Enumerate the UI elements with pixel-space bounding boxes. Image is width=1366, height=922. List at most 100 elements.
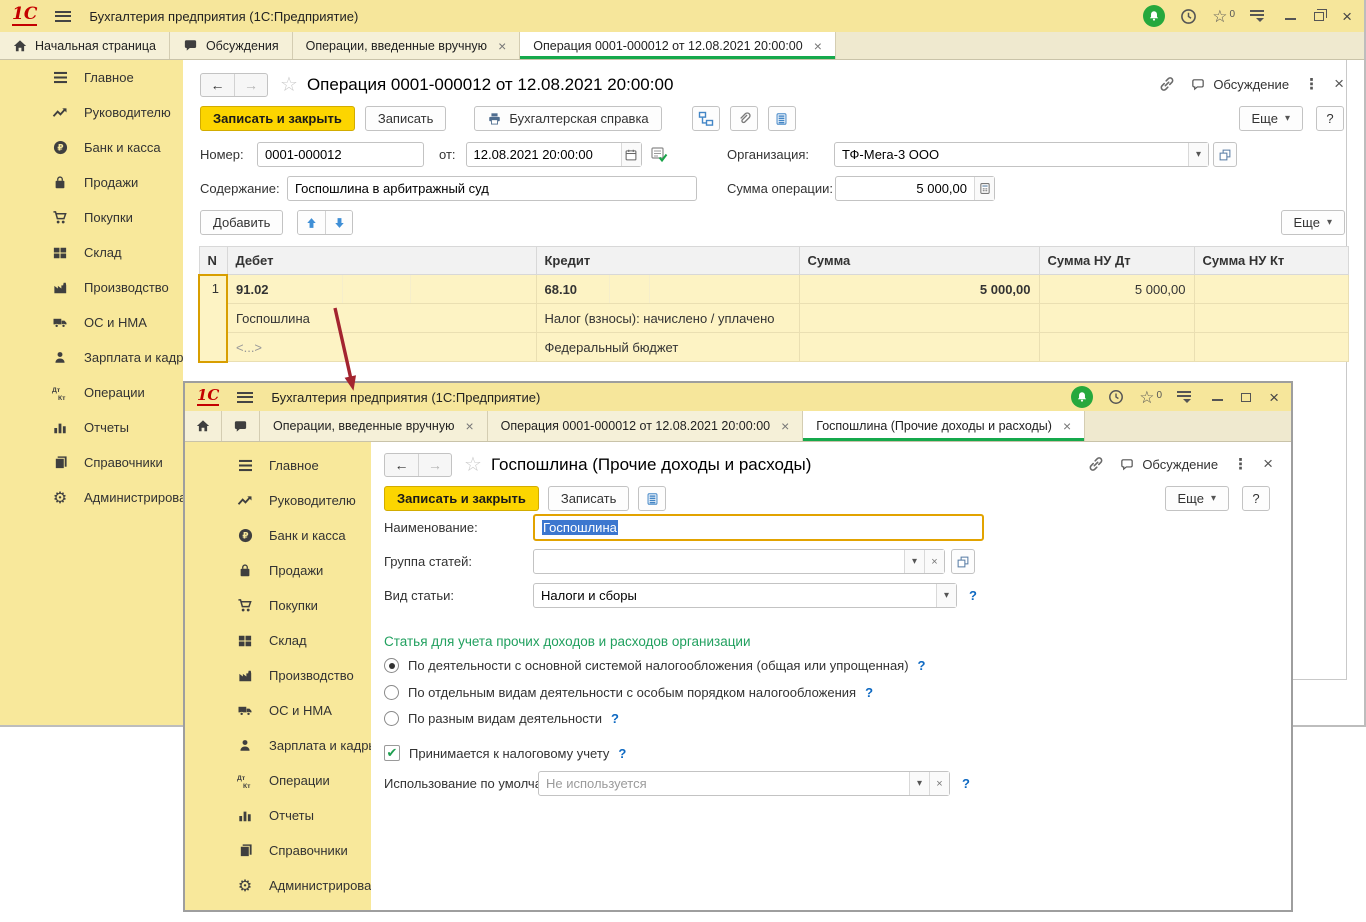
restore-button[interactable] <box>1314 8 1328 21</box>
radio-help-link[interactable]: ? <box>918 658 926 673</box>
sum-nu-dt-cell[interactable]: 5 000,00 <box>1038 274 1195 304</box>
tab-manual-operations[interactable]: Операции, введенные вручную × <box>292 32 521 59</box>
sidebar-item-bank[interactable]: ₽ Банк и касса <box>185 518 371 553</box>
calculator-icon[interactable] <box>974 177 994 200</box>
credit-analytics2-cell[interactable]: Федеральный бюджет <box>535 332 800 362</box>
set-time-icon[interactable] <box>650 146 668 163</box>
favorite-star-icon[interactable]: ☆ <box>280 72 298 97</box>
clear-icon[interactable]: × <box>924 550 944 573</box>
discussion-link[interactable]: Обсуждение <box>1190 77 1289 92</box>
radio-help-link[interactable]: ? <box>865 685 873 700</box>
sidebar-item-directories[interactable]: Справочники <box>0 445 183 480</box>
open-organization-button[interactable] <box>1213 142 1237 167</box>
dropdown-icon[interactable]: ▾ <box>1188 143 1208 166</box>
sidebar-item-bank[interactable]: ₽ Банк и касса <box>0 130 183 165</box>
content-input[interactable]: Госпошлина в арбитражный суд <box>287 176 697 201</box>
sidebar-item-reports[interactable]: Отчеты <box>185 798 371 833</box>
clear-icon[interactable]: × <box>929 772 949 795</box>
link-icon[interactable] <box>1088 456 1104 472</box>
row-number-cell[interactable]: 1 <box>198 273 228 363</box>
credit-account-cell[interactable]: 68.10 <box>535 274 800 304</box>
credit-analytics1-cell[interactable]: Налог (взносы): начислено / уплачено <box>535 303 800 333</box>
sum-cell[interactable]: 5 000,00 <box>798 274 1040 304</box>
save-button[interactable]: Записать <box>364 106 447 131</box>
register-records-button[interactable] <box>767 106 796 131</box>
debit-account-cell[interactable]: 91.02 <box>226 274 537 304</box>
tab-discussions[interactable]: Обсуждения <box>169 32 293 59</box>
dropdown-icon[interactable]: ▾ <box>936 584 956 607</box>
forward-button[interactable]: → <box>234 73 267 96</box>
number-input[interactable]: 0001-000012 <box>257 142 424 167</box>
close-form-icon[interactable]: × <box>1334 74 1344 94</box>
back-button[interactable]: ← <box>201 74 234 96</box>
back-button[interactable]: ← <box>385 454 418 476</box>
sidebar-item-manager[interactable]: Руководителю <box>185 483 371 518</box>
maximize-button[interactable] <box>1241 392 1252 402</box>
notifications-bell-icon[interactable] <box>1143 5 1166 27</box>
more-menu-icon[interactable]: ⋮ <box>1304 75 1319 93</box>
sum-nu-kt-cell[interactable] <box>1193 274 1349 304</box>
default-use-combo[interactable]: Не используется ▾ × <box>538 771 950 796</box>
history-icon[interactable] <box>1108 389 1124 405</box>
discussion-link[interactable]: Обсуждение <box>1119 457 1218 472</box>
group-combo[interactable]: ▾ × <box>533 549 945 574</box>
open-group-button[interactable] <box>951 549 975 574</box>
sidebar-item-sales[interactable]: Продажи <box>185 553 371 588</box>
sidebar-item-production[interactable]: Производство <box>185 658 371 693</box>
radio-main-taxation[interactable] <box>384 658 399 673</box>
sidebar-item-administration[interactable]: ⚙ Администрирование <box>0 480 208 515</box>
radio-help-link[interactable]: ? <box>611 711 619 726</box>
organization-combo[interactable]: ТФ-Мега-3 ООО ▾ <box>834 142 1209 167</box>
sidebar-item-production[interactable]: Производство <box>0 270 183 305</box>
tab-home[interactable]: Начальная страница <box>0 32 170 59</box>
sidebar-item-warehouse[interactable]: Склад <box>0 235 183 270</box>
hamburger-menu-icon[interactable] <box>55 10 72 22</box>
dropdown-icon[interactable]: ▾ <box>904 550 924 573</box>
save-and-close-button[interactable]: Записать и закрыть <box>200 106 355 131</box>
sidebar-item-purchases[interactable]: Покупки <box>0 200 183 235</box>
kind-combo[interactable]: Налоги и сборы ▾ <box>533 583 957 608</box>
sidebar-item-purchases[interactable]: Покупки <box>185 588 371 623</box>
more-button[interactable]: Еще ▾ <box>1164 486 1229 511</box>
save-and-close-button[interactable]: Записать и закрыть <box>384 486 539 511</box>
more-menu-icon[interactable]: ⋮ <box>1233 455 1248 473</box>
tab-gosposhlina-active[interactable]: Госпошлина (Прочие доходы и расходы) × <box>803 411 1086 441</box>
sidebar-item-salary-hr[interactable]: Зарплата и кадры <box>0 340 193 375</box>
checkbox-help-link[interactable]: ? <box>618 746 626 761</box>
sidebar-item-os-nma[interactable]: ОС и НМА <box>185 693 371 728</box>
tab-close-icon[interactable]: × <box>1063 418 1071 434</box>
table-more-button[interactable]: Еще ▾ <box>1280 210 1345 235</box>
favorites-icon[interactable]: ☆ 0 <box>1139 389 1162 406</box>
service-menu-icon[interactable] <box>1177 391 1192 403</box>
dropdown-icon[interactable]: ▾ <box>909 772 929 795</box>
help-button[interactable]: ? <box>1242 486 1270 511</box>
close-form-icon[interactable]: × <box>1263 454 1273 474</box>
move-down-button[interactable] <box>325 211 353 234</box>
calendar-icon[interactable] <box>620 143 641 166</box>
sidebar-item-salary-hr[interactable]: Зарплата и кадры <box>185 728 378 763</box>
add-row-button[interactable]: Добавить <box>200 210 284 235</box>
structure-button[interactable] <box>691 106 720 131</box>
sidebar-item-directories[interactable]: Справочники <box>185 833 371 868</box>
default-use-help-link[interactable]: ? <box>962 776 970 791</box>
sidebar-item-operations[interactable]: Дт Кт Операции <box>185 763 371 798</box>
debit-analytics1-cell[interactable]: Госпошлина <box>226 303 537 333</box>
tab-operation[interactable]: Операция 0001-000012 от 12.08.2021 20:00… <box>487 411 804 441</box>
service-menu-icon[interactable] <box>1250 10 1265 22</box>
close-window-button[interactable]: × <box>1269 389 1279 406</box>
sidebar-item-warehouse[interactable]: Склад <box>185 623 371 658</box>
favorites-icon[interactable]: ☆ 0 <box>1212 8 1235 25</box>
sidebar-item-operations[interactable]: Дт Кт Операции <box>0 375 183 410</box>
sidebar-item-sales[interactable]: Продажи <box>0 165 183 200</box>
amount-input[interactable]: 5 000,00 <box>835 176 995 201</box>
more-button[interactable]: Еще ▾ <box>1238 106 1303 131</box>
kind-help-link[interactable]: ? <box>969 588 977 603</box>
move-up-button[interactable] <box>298 211 326 234</box>
register-records-button[interactable] <box>638 486 667 511</box>
tab-close-icon[interactable]: × <box>465 418 473 434</box>
forward-button[interactable]: → <box>418 453 451 476</box>
tab-close-icon[interactable]: × <box>781 418 789 434</box>
tab-manual-operations[interactable]: Операции, введенные вручную × <box>260 411 488 441</box>
accounting-reference-button[interactable]: Бухгалтерская справка <box>474 106 662 131</box>
favorite-star-icon[interactable]: ☆ <box>464 452 482 477</box>
